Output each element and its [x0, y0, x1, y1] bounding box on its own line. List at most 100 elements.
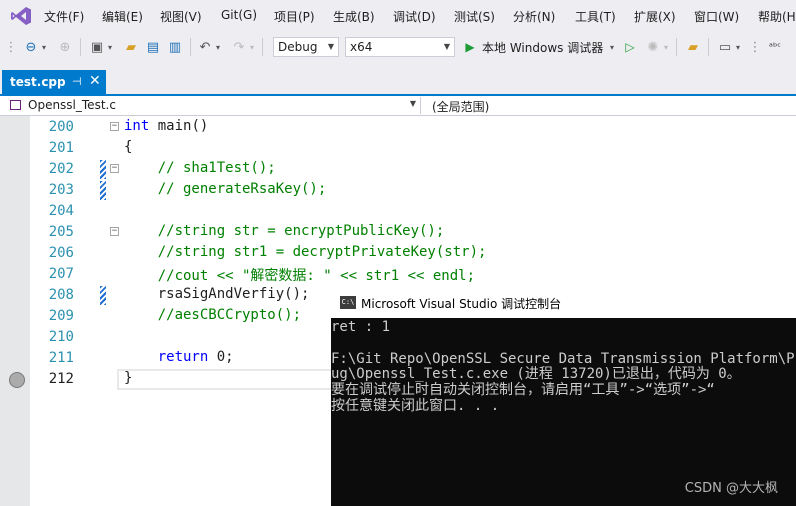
code-text: //string str1 = decryptPrivateKey(str);	[124, 244, 487, 260]
cpp-project-icon	[10, 100, 21, 110]
console-output-line: 要在调试停止时自动关闭控制台，请启用“工具”->“选项”->“	[331, 382, 715, 398]
toolbar-separator	[262, 38, 263, 56]
change-indicator	[100, 286, 106, 305]
visual-studio-logo-icon[interactable]	[10, 6, 32, 26]
line-number: 202	[48, 161, 74, 177]
collapse-icon[interactable]: −	[110, 227, 119, 236]
debug-console-window[interactable]: C:\ Microsoft Visual Studio 调试控制台 ret : …	[331, 288, 796, 506]
undo-dropdown-icon[interactable]: ▾	[214, 38, 222, 56]
menu-test[interactable]: 测试(S)	[454, 8, 495, 25]
menu-tools[interactable]: 工具(T)	[575, 8, 616, 25]
code-text: // sha1Test();	[124, 160, 276, 176]
code-line[interactable]: 204	[30, 201, 796, 222]
line-number: 210	[48, 329, 74, 345]
solution-configuration-select[interactable]: Debug ▼	[273, 37, 339, 57]
code-line[interactable]: 205 − //string str = encryptPublicKey();	[30, 222, 796, 243]
menu-git[interactable]: Git(G)	[221, 8, 257, 22]
console-output-line: ug\Openssl_Test.c.exe (进程 13720)已退出，代码为 …	[331, 366, 741, 382]
menu-analyze[interactable]: 分析(N)	[513, 8, 555, 25]
console-output-line: 按任意键关闭此窗口. . .	[331, 398, 500, 414]
change-indicator	[100, 181, 106, 200]
code-text: {	[124, 139, 133, 155]
hot-reload-dropdown-icon[interactable]: ▾	[662, 38, 670, 56]
navigate-forward-icon[interactable]: ⊕	[56, 38, 74, 56]
new-project-icon[interactable]: ▣	[88, 38, 106, 56]
line-number: 200	[48, 119, 74, 135]
code-line[interactable]: 207 //cout << "解密数据: " << str1 << endl;	[30, 264, 796, 285]
project-dropdown[interactable]: Openssl_Test.c ▼	[8, 97, 421, 114]
tab-label: test.cpp	[10, 75, 66, 89]
console-output-line: F:\Git Repo\OpenSSL Secure Data Transmis…	[331, 351, 796, 367]
back-dropdown-icon[interactable]: ▾	[40, 38, 48, 56]
line-number: 208	[48, 287, 74, 303]
code-line[interactable]: 203 // generateRsaKey();	[30, 180, 796, 201]
breakpoint-icon[interactable]	[9, 372, 25, 388]
code-line[interactable]: 200 − int main()	[30, 117, 796, 138]
spell-check-icon[interactable]: ᵃᵇᶜ	[764, 38, 786, 56]
window-layout-icon[interactable]: ▭	[716, 38, 734, 56]
line-number: 207	[48, 266, 74, 282]
menu-help[interactable]: 帮助(H)	[758, 8, 796, 25]
code-line[interactable]: 202 − // sha1Test();	[30, 159, 796, 180]
scope-dropdown[interactable]: (全局范围)	[432, 98, 489, 115]
toolbar-separator	[708, 38, 709, 56]
menu-build[interactable]: 生成(B)	[333, 8, 375, 25]
menu-bar: 文件(F) 编辑(E) 视图(V) Git(G) 项目(P) 生成(B) 调试(…	[0, 0, 796, 30]
line-number: 203	[48, 182, 74, 198]
undo-icon[interactable]: ↶	[196, 38, 214, 56]
code-text: // generateRsaKey();	[124, 181, 327, 197]
console-app-icon: C:\	[340, 296, 356, 309]
debug-target-dropdown-icon[interactable]: ▾	[608, 38, 616, 56]
tab-test-cpp[interactable]: test.cpp ⊣ ✕	[2, 70, 106, 94]
toolbar-separator	[80, 38, 81, 56]
start-debugging-icon[interactable]: ▶	[462, 38, 478, 56]
line-number: 209	[48, 308, 74, 324]
chevron-down-icon: ▼	[443, 42, 450, 51]
project-name: Openssl_Test.c	[28, 98, 116, 112]
menu-window[interactable]: 窗口(W)	[694, 8, 739, 25]
collapse-icon[interactable]: −	[110, 122, 119, 131]
open-folder-icon[interactable]: ▰	[122, 38, 140, 56]
hot-reload-icon[interactable]: ✺	[644, 38, 662, 56]
solution-platform-select[interactable]: x64 ▼	[345, 37, 455, 57]
line-number: 201	[48, 140, 74, 156]
menu-project[interactable]: 项目(P)	[274, 8, 315, 25]
scope-label: (全局范围)	[432, 100, 490, 114]
redo-icon[interactable]: ↷	[230, 38, 248, 56]
console-title-bar[interactable]: C:\ Microsoft Visual Studio 调试控制台	[331, 288, 796, 318]
document-tab-strip: test.cpp ⊣ ✕	[0, 70, 796, 96]
toolbar-more-icon[interactable]: ⋮	[746, 38, 764, 56]
layout-dropdown-icon[interactable]: ▾	[734, 38, 742, 56]
close-icon[interactable]: ✕	[89, 73, 101, 89]
line-number: 206	[48, 245, 74, 261]
menu-view[interactable]: 视图(V)	[160, 8, 202, 25]
chevron-down-icon: ▼	[409, 99, 416, 108]
csdn-watermark: CSDN @大大枫	[684, 481, 778, 496]
line-number: 205	[48, 224, 74, 240]
code-text: int main()	[124, 118, 209, 134]
save-all-icon[interactable]: ▥	[166, 38, 184, 56]
console-title: Microsoft Visual Studio 调试控制台	[361, 297, 562, 311]
chevron-down-icon: ▼	[327, 42, 334, 51]
collapse-icon[interactable]: −	[110, 164, 119, 173]
code-text: return 0;	[157, 349, 234, 365]
code-text: //cout << "解密数据: " << str1 << endl;	[124, 268, 476, 284]
code-line[interactable]: 201 {	[30, 138, 796, 159]
new-dropdown-icon[interactable]: ▾	[106, 38, 114, 56]
start-without-debugging-icon[interactable]: ▷	[622, 38, 638, 56]
line-number: 211	[48, 350, 74, 366]
folder-icon[interactable]: ▰	[684, 38, 702, 56]
start-debugging-button[interactable]: 本地 Windows 调试器	[482, 38, 606, 56]
menu-debug[interactable]: 调试(D)	[393, 8, 436, 25]
navigate-back-icon[interactable]: ⊖	[22, 38, 40, 56]
menu-extensions[interactable]: 扩展(X)	[634, 8, 676, 25]
save-icon[interactable]: ▤	[144, 38, 162, 56]
toolbar-grip-icon: ⋮	[4, 39, 18, 55]
menu-edit[interactable]: 编辑(E)	[102, 8, 143, 25]
glyph-margin[interactable]	[0, 116, 30, 506]
code-line[interactable]: 206 //string str1 = decryptPrivateKey(st…	[30, 243, 796, 264]
menu-file[interactable]: 文件(F)	[44, 8, 84, 25]
pin-icon[interactable]: ⊣	[72, 75, 82, 88]
toolbar-separator	[676, 38, 677, 56]
redo-dropdown-icon[interactable]: ▾	[248, 38, 256, 56]
